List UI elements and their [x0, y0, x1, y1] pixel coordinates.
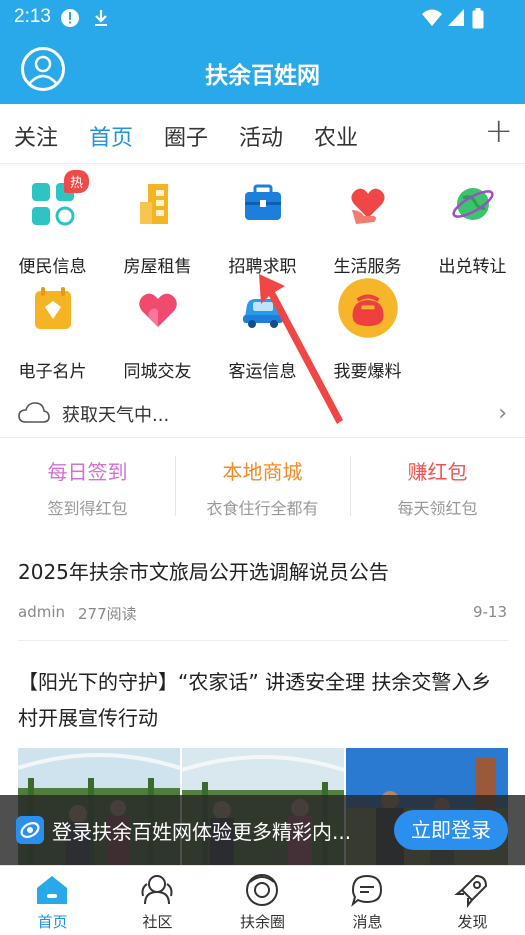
grid-item-transfer[interactable]: 出兑转让 — [420, 180, 525, 280]
news-author: admin — [18, 603, 65, 621]
rocket-icon — [454, 874, 488, 908]
news-reads: 277阅读 — [78, 605, 137, 623]
promo-red-packet[interactable]: 赚红包 每天领红包 — [350, 452, 525, 520]
grid-label: 同城交友 — [123, 362, 192, 382]
globe-icon — [452, 188, 494, 220]
nav-label: 扶余圈 — [239, 913, 285, 931]
community-icon — [141, 875, 173, 905]
grid-item-jobs[interactable]: 招聘求职 — [210, 180, 315, 280]
heart-icon — [139, 293, 177, 327]
heart-hand-icon — [351, 188, 385, 224]
circle-icon — [246, 874, 278, 906]
promo-title: 赚红包 — [407, 460, 468, 484]
status-bar: 2:13 — [0, 0, 525, 36]
signal-icon — [448, 9, 464, 26]
promo-subtitle: 每天领红包 — [397, 499, 478, 518]
nav-label: 社区 — [142, 913, 173, 931]
promo-subtitle: 衣食住行全都有 — [206, 499, 319, 518]
add-tab-icon[interactable]: + — [485, 114, 514, 148]
nav-label: 消息 — [352, 913, 383, 931]
card-icon — [35, 287, 71, 329]
news-date: 9-13 — [472, 603, 507, 621]
login-prompt: 登录扶余百姓网体验更多精彩内... — [52, 820, 352, 844]
grid-label: 便民信息 — [18, 257, 87, 277]
tab-follow[interactable]: 关注 — [14, 120, 58, 152]
promo-checkin[interactable]: 每日签到 签到得红包 — [0, 452, 175, 520]
bottom-nav: 首页 社区 扶余圈 消息 发现 — [0, 865, 525, 935]
tab-activity[interactable]: 活动 — [239, 120, 283, 152]
grid-item-dating[interactable]: 同城交友 — [105, 285, 210, 385]
channel-tabs: 关注 首页 圈子 活动 农业 + — [0, 104, 525, 164]
nav-home[interactable]: 首页 — [0, 866, 105, 935]
grid-item-life-service[interactable]: 生活服务 — [315, 180, 420, 280]
grid-label: 房屋租售 — [123, 257, 192, 277]
app-logo-icon — [16, 816, 44, 844]
wifi-icon — [422, 9, 442, 26]
battery-icon — [472, 8, 484, 29]
grid-item-housing[interactable]: 房屋租售 — [105, 180, 210, 280]
download-icon — [95, 10, 107, 26]
promo-mall[interactable]: 本地商城 衣食住行全都有 — [175, 452, 350, 520]
home-icon — [37, 876, 67, 904]
weather-bar[interactable]: 获取天气中... › — [0, 390, 525, 438]
chevron-right-icon: › — [498, 401, 507, 426]
cloud-icon — [18, 402, 50, 423]
hot-badge: 热 — [64, 170, 90, 193]
grid-item-business-card[interactable]: 电子名片 — [0, 285, 105, 385]
nav-messages[interactable]: 消息 — [315, 866, 420, 935]
weather-text: 获取天气中... — [62, 405, 170, 426]
promo-subtitle: 签到得红包 — [47, 499, 128, 518]
tab-agriculture[interactable]: 农业 — [314, 120, 358, 152]
nav-label: 首页 — [37, 913, 68, 931]
building-icon — [140, 184, 168, 224]
tab-home[interactable]: 首页 — [89, 120, 133, 152]
tab-circle[interactable]: 圈子 — [164, 120, 208, 152]
app-title: 扶余百姓网 — [205, 63, 320, 89]
grid-label: 电子名片 — [18, 362, 87, 382]
briefcase-icon — [245, 184, 281, 220]
nav-discover[interactable]: 发现 — [420, 866, 525, 935]
nav-label: 发现 — [457, 913, 488, 931]
promo-title: 本地商城 — [222, 460, 303, 484]
grid-item-convenience[interactable]: 热 便民信息 — [0, 170, 105, 280]
divider — [18, 640, 508, 641]
grid-label: 出兑转让 — [438, 257, 507, 277]
message-icon — [351, 874, 383, 907]
nav-community[interactable]: 社区 — [105, 866, 210, 935]
news-title[interactable]: 2025年扶余市文旅局公开选调解说员公告 — [18, 554, 508, 590]
news-title[interactable]: 【阳光下的守护】“农家话” 讲透安全理 扶余交警入乡村开展宣传行动 — [18, 664, 508, 736]
app-header: 扶余百姓网 — [0, 36, 525, 104]
promo-title: 每日签到 — [47, 460, 128, 484]
status-time: 2:13 — [14, 6, 51, 27]
login-button[interactable]: 立即登录 — [394, 810, 508, 850]
nav-fuyu-circle[interactable]: 扶余圈 — [210, 866, 315, 935]
alert-icon — [61, 9, 79, 27]
login-banner: 登录扶余百姓网体验更多精彩内... 立即登录 — [0, 795, 525, 865]
